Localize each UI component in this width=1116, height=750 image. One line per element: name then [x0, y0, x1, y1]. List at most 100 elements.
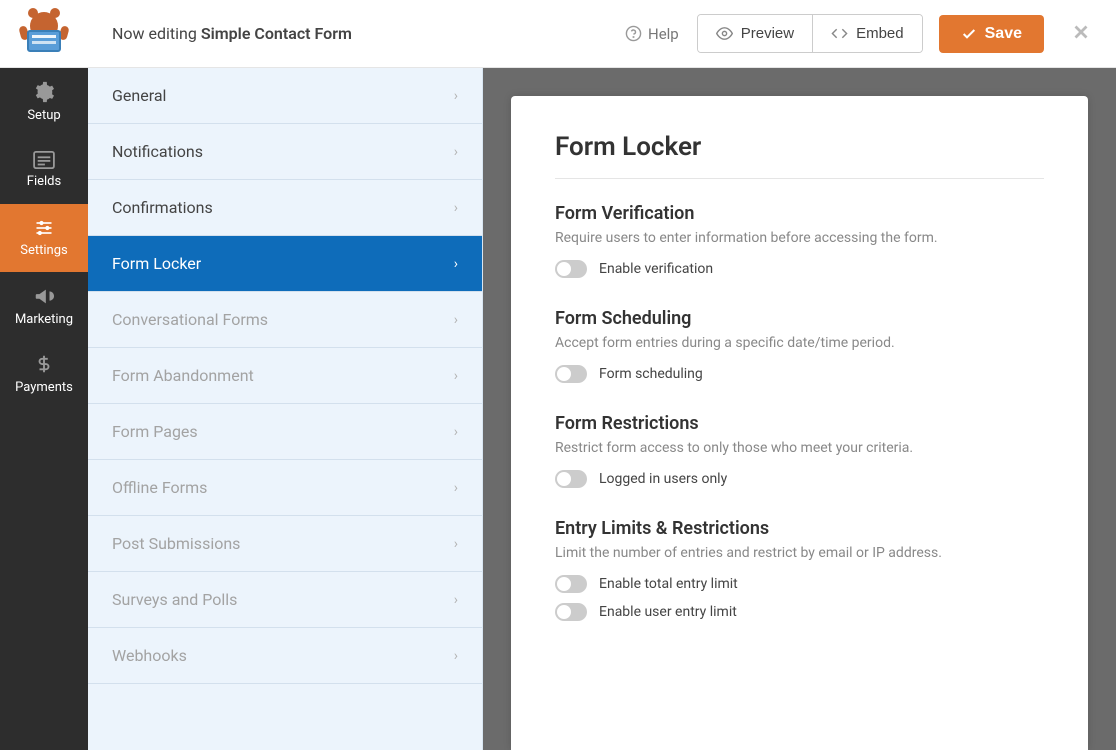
submenu-item-label: General: [112, 86, 166, 105]
toggle-switch[interactable]: [555, 603, 587, 621]
submenu-item-label: Form Abandonment: [112, 366, 254, 385]
chevron-right-icon: ›: [454, 200, 458, 216]
toggle-switch[interactable]: [555, 365, 587, 383]
form-name: Simple Contact Form: [201, 24, 352, 43]
settings-section: Form Restrictions Restrict form access to…: [555, 413, 1044, 488]
help-link[interactable]: Help: [625, 25, 679, 43]
dollar-icon: [35, 353, 53, 375]
submenu-item[interactable]: Form Abandonment ›: [88, 348, 482, 404]
preview-button[interactable]: Preview: [698, 15, 812, 52]
sidebar-item-setup[interactable]: Setup: [0, 68, 88, 136]
submenu-item-label: Webhooks: [112, 646, 187, 665]
toggle-switch[interactable]: [555, 260, 587, 278]
submenu-item-label: Confirmations: [112, 198, 213, 217]
section-description: Restrict form access to only those who m…: [555, 440, 1044, 456]
toggle-label: Enable verification: [599, 261, 713, 277]
sidebar: Setup Fields Settings Marketing: [0, 68, 88, 750]
preview-embed-group: Preview Embed: [697, 14, 923, 53]
sliders-icon: [33, 218, 55, 238]
section-description: Require users to enter information befor…: [555, 230, 1044, 246]
settings-submenu: General›Notifications›Confirmations›Form…: [88, 68, 483, 750]
chevron-right-icon: ›: [454, 256, 458, 272]
chevron-right-icon: ›: [454, 536, 458, 552]
sidebar-item-label: Setup: [27, 108, 60, 123]
top-toolbar: Now editing Simple Contact Form Help Pre…: [0, 0, 1116, 68]
gear-icon: [33, 81, 55, 103]
submenu-item[interactable]: Offline Forms ›: [88, 460, 482, 516]
sidebar-item-label: Fields: [27, 174, 61, 189]
chevron-right-icon: ›: [454, 312, 458, 328]
check-icon: [961, 26, 977, 42]
save-button[interactable]: Save: [939, 15, 1044, 53]
submenu-item[interactable]: Notifications ›: [88, 124, 482, 180]
submenu-item[interactable]: Form Pages ›: [88, 404, 482, 460]
submenu-item-label: Post Submissions: [112, 534, 240, 553]
sidebar-item-fields[interactable]: Fields: [0, 136, 88, 204]
section-heading: Form Verification: [555, 203, 1044, 224]
embed-label: Embed: [856, 25, 904, 42]
settings-section: Entry Limits & Restrictions Limit the num…: [555, 518, 1044, 621]
now-editing-label: Now editing Simple Contact Form: [112, 24, 625, 43]
submenu-item[interactable]: General ›: [88, 68, 482, 124]
help-icon: [625, 25, 648, 42]
sidebar-item-settings[interactable]: Settings: [0, 204, 88, 272]
submenu-item[interactable]: Surveys and Polls ›: [88, 572, 482, 628]
sidebar-item-marketing[interactable]: Marketing: [0, 272, 88, 340]
toggle-row: Form scheduling: [555, 365, 1044, 383]
app-logo: [0, 0, 88, 68]
submenu-item-label: Form Pages: [112, 422, 198, 441]
toggle-row: Enable verification: [555, 260, 1044, 278]
submenu-item[interactable]: Conversational Forms ›: [88, 292, 482, 348]
toggle-switch[interactable]: [555, 470, 587, 488]
toggle-row: Logged in users only: [555, 470, 1044, 488]
toggle-row: Enable user entry limit: [555, 603, 1044, 621]
sidebar-item-payments[interactable]: Payments: [0, 340, 88, 408]
editor-canvas: Form Locker Form Verification Require use…: [483, 68, 1116, 750]
submenu-item[interactable]: Webhooks ›: [88, 628, 482, 684]
settings-section: Form Verification Require users to enter …: [555, 203, 1044, 278]
section-description: Limit the number of entries and restrict…: [555, 545, 1044, 561]
panel-divider: [555, 178, 1044, 179]
close-icon: [1070, 21, 1092, 43]
settings-panel: Form Locker Form Verification Require use…: [511, 96, 1088, 750]
chevron-right-icon: ›: [454, 592, 458, 608]
submenu-item-label: Offline Forms: [112, 478, 207, 497]
toggle-label: Enable user entry limit: [599, 604, 737, 620]
settings-section: Form Scheduling Accept form entries durin…: [555, 308, 1044, 383]
toggle-label: Enable total entry limit: [599, 576, 738, 592]
chevron-right-icon: ›: [454, 648, 458, 664]
chevron-right-icon: ›: [454, 480, 458, 496]
submenu-item[interactable]: Form Locker ›: [88, 236, 482, 292]
help-label: Help: [648, 25, 679, 43]
chevron-right-icon: ›: [454, 368, 458, 384]
eye-icon: [716, 25, 733, 42]
submenu-item-label: Notifications: [112, 142, 203, 161]
submenu-item-label: Surveys and Polls: [112, 590, 237, 609]
preview-label: Preview: [741, 25, 794, 42]
panel-title: Form Locker: [555, 132, 1044, 162]
editing-prefix: Now editing: [112, 24, 201, 43]
toggle-label: Form scheduling: [599, 366, 703, 382]
form-icon: [33, 151, 55, 169]
section-heading: Form Restrictions: [555, 413, 1044, 434]
submenu-item[interactable]: Confirmations ›: [88, 180, 482, 236]
sidebar-item-label: Marketing: [15, 312, 73, 327]
toggle-switch[interactable]: [555, 575, 587, 593]
close-button[interactable]: [1066, 17, 1096, 51]
toggle-label: Logged in users only: [599, 471, 727, 487]
bullhorn-icon: [33, 285, 55, 307]
submenu-item-label: Form Locker: [112, 254, 201, 273]
chevron-right-icon: ›: [454, 88, 458, 104]
submenu-item-label: Conversational Forms: [112, 310, 268, 329]
chevron-right-icon: ›: [454, 424, 458, 440]
sidebar-item-label: Payments: [15, 380, 73, 395]
submenu-item[interactable]: Post Submissions ›: [88, 516, 482, 572]
chevron-right-icon: ›: [454, 144, 458, 160]
section-description: Accept form entries during a specific da…: [555, 335, 1044, 351]
section-heading: Form Scheduling: [555, 308, 1044, 329]
sidebar-item-label: Settings: [20, 243, 67, 258]
section-heading: Entry Limits & Restrictions: [555, 518, 1044, 539]
save-label: Save: [985, 25, 1022, 43]
toggle-row: Enable total entry limit: [555, 575, 1044, 593]
embed-button[interactable]: Embed: [812, 15, 922, 52]
